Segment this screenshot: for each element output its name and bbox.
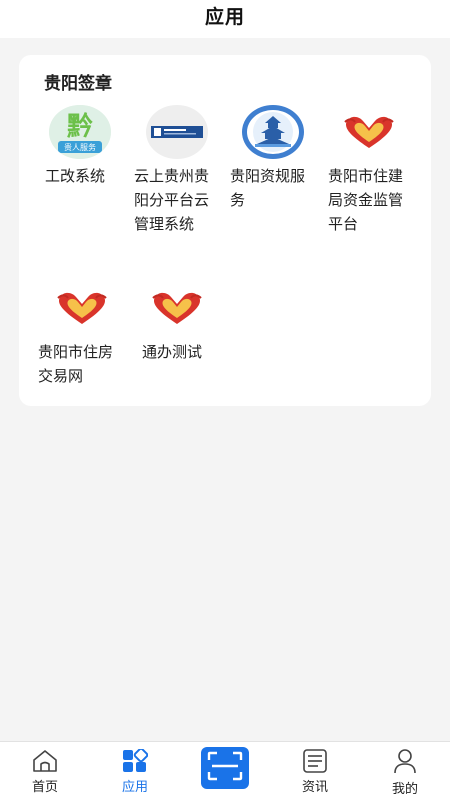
app-item-cloud-platform[interactable]: 云上贵州贵阳分平台云管理系统	[134, 105, 241, 236]
svg-text:贵人服务: 贵人服务	[64, 142, 96, 152]
heart-hands-icon	[50, 281, 114, 335]
qian-logo-icon: 黔 贵人服务	[48, 105, 112, 159]
cloud-platform-logo-icon	[145, 105, 209, 159]
tab-label: 资讯	[301, 780, 328, 795]
app-label: 工改系统	[45, 167, 106, 185]
app-item-housing-trade[interactable]: 贵阳市住房交易网	[38, 281, 146, 388]
tab-mine[interactable]: 我的	[360, 742, 450, 800]
heart-hands-icon	[145, 281, 209, 335]
app-item-ziguifuwu[interactable]: 贵阳资规服务	[230, 105, 337, 212]
app-label: 贵阳市住房交易网	[38, 343, 114, 385]
apps-grid-icon	[122, 748, 148, 774]
heart-hands-icon	[337, 105, 401, 159]
section-title: 贵阳签章	[44, 74, 112, 94]
app-label: 通办测试	[142, 343, 203, 361]
tab-apps[interactable]: 应用	[90, 742, 180, 800]
scan-button[interactable]	[201, 747, 249, 789]
page-title: 应用	[204, 5, 245, 28]
home-icon	[31, 748, 59, 774]
tab-label: 应用	[121, 780, 148, 795]
app-item-tongban-test[interactable]: 通办测试	[142, 281, 241, 364]
tab-label: 我的	[391, 782, 418, 797]
app-item-gongai[interactable]: 黔 贵人服务 工改系统	[45, 105, 144, 188]
svg-text:黔: 黔	[67, 111, 93, 142]
scan-icon	[207, 751, 243, 785]
news-icon	[302, 748, 328, 774]
user-icon	[393, 748, 417, 774]
app-label: 云上贵州贵阳分平台云管理系统	[134, 167, 210, 233]
app-item-zhujian-funds[interactable]: 贵阳市住建局资金监管平台	[328, 105, 433, 236]
top-header: 应用	[0, 0, 450, 38]
app-label: 贵阳市住建局资金监管平台	[328, 167, 404, 233]
app-section-card: 贵阳签章 黔 贵人服务 工改系统 云上贵州贵阳分平台云管理系统 贵阳资规服务 贵…	[19, 55, 431, 406]
tab-label: 首页	[31, 780, 58, 795]
tab-home[interactable]: 首页	[0, 742, 90, 800]
tab-news[interactable]: 资讯	[270, 742, 360, 800]
pavilion-logo-icon	[241, 105, 305, 159]
app-label: 贵阳资规服务	[230, 167, 306, 209]
